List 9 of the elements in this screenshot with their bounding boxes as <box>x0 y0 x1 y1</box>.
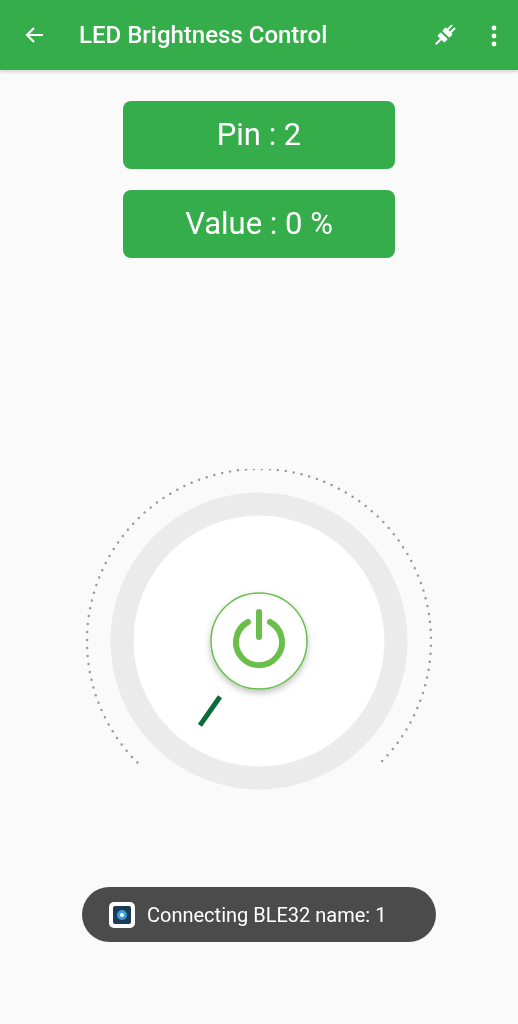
app-title: LED Brightness Control <box>79 20 328 51</box>
knob-dial[interactable] <box>110 492 408 790</box>
more-menu-icon[interactable] <box>490 23 498 47</box>
toast-message: Connecting BLE32 name: 1 <box>147 901 387 929</box>
info-label: Value : 0 % <box>123 190 395 258</box>
info-label: Pin : 2 <box>123 101 395 169</box>
app-icon <box>109 901 135 928</box>
power-button[interactable] <box>210 592 308 690</box>
knob-indicator <box>197 695 223 727</box>
